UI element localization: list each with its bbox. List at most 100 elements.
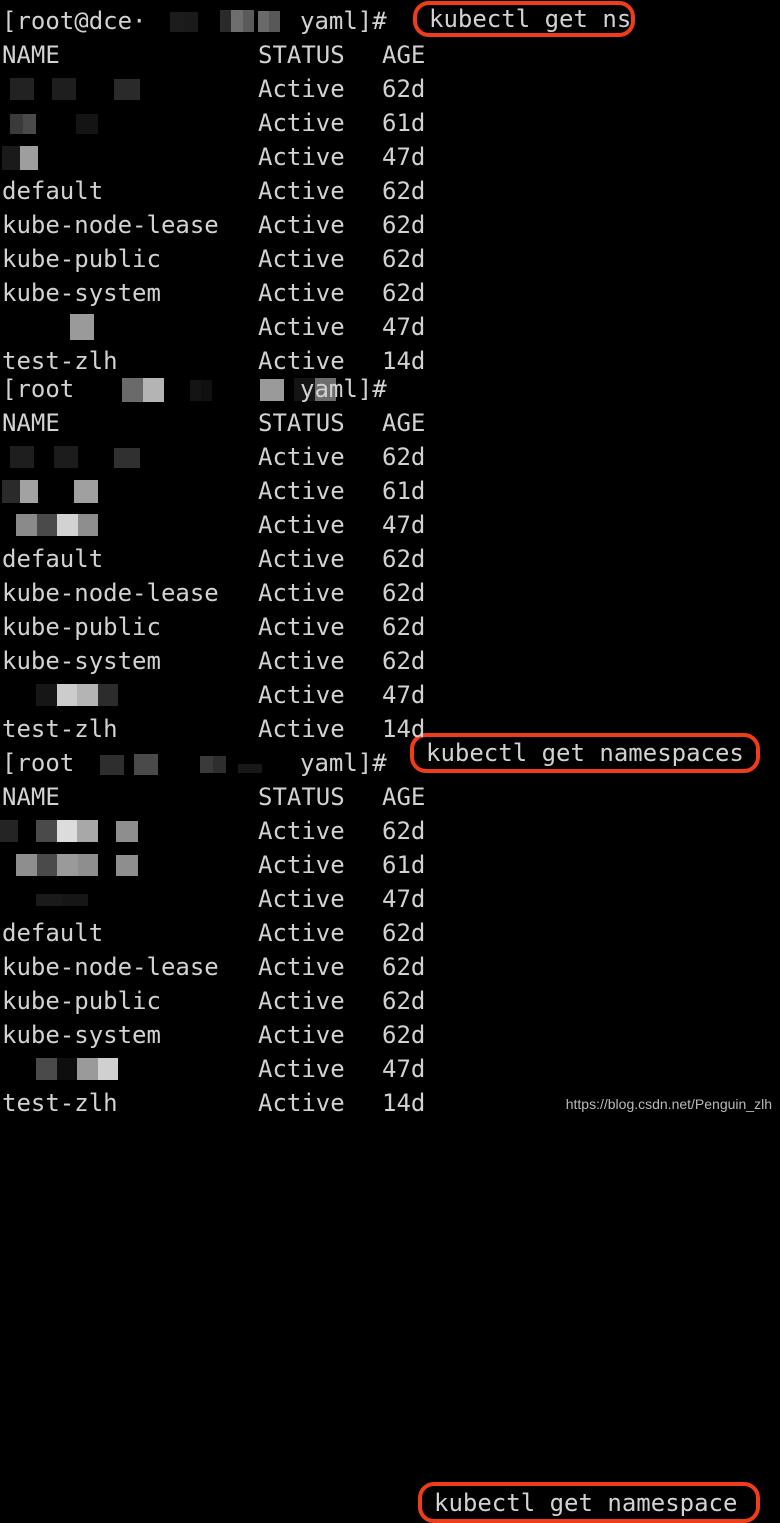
mosaic-tile [100,755,124,775]
header-age: AGE [382,409,426,437]
redaction-mosaic [36,894,88,906]
namespace-status: Active [258,211,345,239]
redaction-mosaic [170,12,198,32]
header-age: AGE [382,783,426,811]
namespace-status: Active [258,715,345,743]
redaction-mosaic [10,78,34,100]
namespace-row: kube-system Active 62d [0,276,780,310]
namespace-status: Active [258,851,345,879]
prompt-path-suffix: yaml]# [300,7,387,35]
namespace-age: 62d [382,953,426,981]
prompt-user-host: [root@dce· [2,7,147,35]
mosaic-tile [74,480,98,503]
mosaic-tile [56,820,78,842]
mosaic-tile [20,146,38,170]
mosaic-tile [57,854,78,876]
namespace-age: 62d [382,987,426,1015]
command-text[interactable]: kubectl get namespace [434,1489,737,1517]
namespace-row: test-zlh Active 14d [0,712,780,746]
namespace-age: 62d [382,75,426,103]
redaction-mosaic [36,820,98,842]
mosaic-tile [10,78,34,100]
namespace-name: default [2,177,104,205]
highlighted-command-box: kubectl get ns [413,1,635,37]
namespace-status: Active [258,545,345,573]
namespace-age: 47d [382,143,426,171]
redaction-mosaic [0,820,18,842]
namespace-age: 47d [382,313,426,341]
mosaic-tile [36,820,57,842]
namespace-age: 62d [382,647,426,675]
mosaic-tile [36,894,62,906]
namespace-status: Active [258,313,345,341]
mosaic-tile [20,480,38,503]
namespace-name: kube-public [2,987,161,1015]
namespace-row: kube-public Active 62d [0,610,780,644]
mosaic-tile [97,1058,118,1080]
namespace-row: Active 47d [0,882,780,916]
namespace-row: kube-public Active 62d [0,242,780,276]
mosaic-tile [36,514,57,536]
redaction-mosaic [10,114,36,134]
namespace-name: kube-node-lease [2,211,219,239]
namespace-row: Active 61d [0,474,780,508]
redaction-mosaic [238,764,262,773]
mosaic-tile [23,114,36,134]
namespace-age: 47d [382,681,426,709]
mosaic-tile [76,114,98,134]
redaction-mosaic [100,755,124,775]
mosaic-tile [0,820,18,842]
redaction-mosaic [54,446,78,468]
table-header-row: NAME STATUS AGE [0,406,780,440]
namespace-name: kube-node-lease [2,579,219,607]
mosaic-tile [2,480,20,503]
redaction-mosaic [114,448,140,468]
namespace-row: Active 61d [0,106,780,140]
mosaic-tile [56,1058,77,1080]
namespace-age: 62d [382,245,426,273]
mosaic-tile [10,446,34,468]
namespace-row: Active 47d [0,310,780,344]
namespace-status: Active [258,279,345,307]
mosaic-tile [143,378,164,402]
namespace-status: Active [258,477,345,505]
namespace-status: Active [258,177,345,205]
namespace-name: test-zlh [2,715,118,743]
header-status: STATUS [258,41,345,69]
header-name: NAME [2,41,60,69]
redaction-mosaic [200,756,226,773]
namespace-row: Active 47d [0,508,780,542]
command-text[interactable]: kubectl get ns [429,5,631,33]
namespace-age: 62d [382,919,426,947]
mosaic-tile [77,684,98,706]
namespace-row: Active 62d [0,814,780,848]
prompt-user-host: [root [2,749,75,777]
redaction-mosaic [122,378,164,402]
namespace-name: test-zlh [2,1089,118,1117]
mosaic-tile [184,12,198,32]
namespace-status: Active [258,919,345,947]
namespace-status: Active [258,1021,345,1049]
namespace-age: 14d [382,715,426,743]
namespace-status: Active [258,579,345,607]
mosaic-tile [16,854,37,876]
mosaic-tile [114,448,140,468]
namespace-status: Active [258,1089,345,1117]
redaction-mosaic [10,446,34,468]
redaction-mosaic [74,480,98,503]
redaction-mosaic [190,380,212,401]
namespace-status: Active [258,143,345,171]
namespace-age: 61d [382,477,426,505]
namespace-row: Active 62d [0,440,780,474]
mosaic-tile [36,1058,57,1080]
namespace-status: Active [258,681,345,709]
header-name: NAME [2,409,60,437]
namespace-status: Active [258,817,345,845]
mosaic-tile [260,379,284,401]
namespace-age: 47d [382,885,426,913]
mosaic-tile [70,314,94,340]
namespace-age: 62d [382,1021,426,1049]
redaction-mosaic [116,821,138,842]
namespace-row: Active 47d [0,140,780,174]
namespace-age: 61d [382,851,426,879]
